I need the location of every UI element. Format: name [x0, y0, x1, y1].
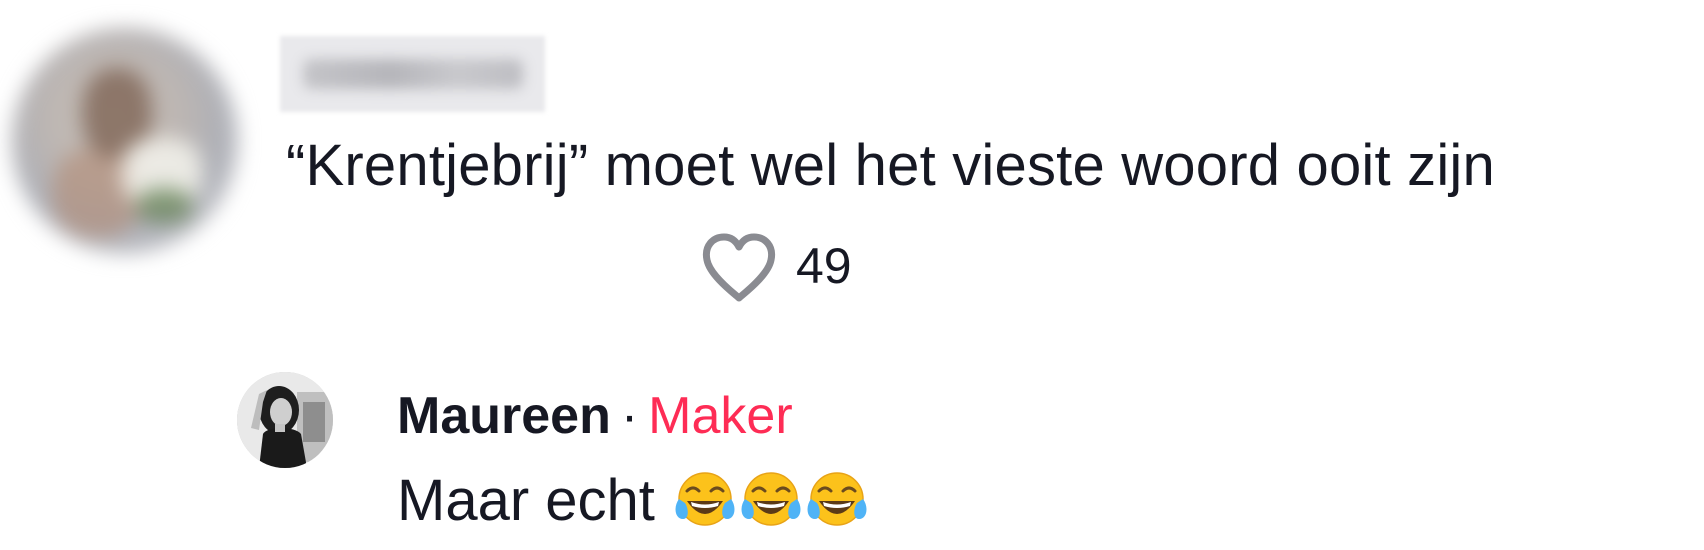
face-with-tears-of-joy-icon — [807, 472, 867, 526]
separator-dot: · — [620, 387, 639, 445]
like-count: 49 — [796, 238, 852, 294]
face-with-tears-of-joy-icon — [741, 472, 801, 526]
reply-author-name[interactable]: Maureen — [397, 387, 611, 445]
commenter-avatar[interactable] — [12, 28, 238, 254]
heart-outline-icon[interactable] — [702, 232, 776, 304]
commenter-username-redacted[interactable] — [280, 36, 545, 112]
comment-text: “Krentjebrij” moet wel het vieste woord … — [286, 133, 1495, 198]
reply-author-avatar[interactable] — [237, 372, 333, 468]
face-with-tears-of-joy-icon — [675, 472, 735, 526]
reply-body: Maar echt — [397, 465, 871, 537]
maker-badge: Maker — [648, 387, 793, 445]
reply-text: Maar echt — [397, 468, 655, 533]
emoji-row — [673, 469, 871, 533]
reply-header: Maureen · Maker — [397, 383, 793, 449]
